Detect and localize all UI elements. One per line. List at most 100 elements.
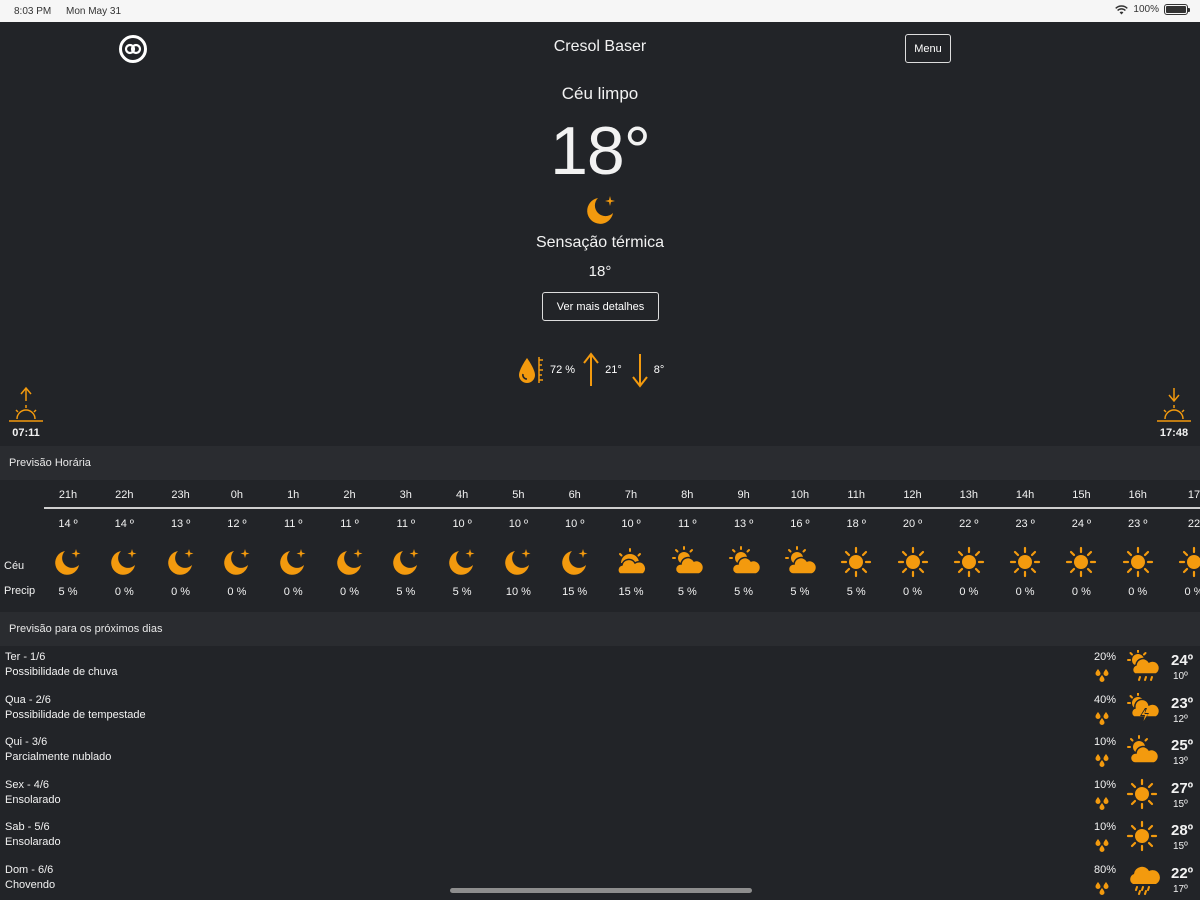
daily-description: Possibilidade de chuva xyxy=(5,666,118,678)
sky-row-label: Céu xyxy=(4,560,25,572)
hourly-hour: 16h xyxy=(1128,489,1147,501)
hourly-hour: 7h xyxy=(624,489,638,501)
sun-cloud-rain-icon xyxy=(1126,649,1162,687)
daily-day: Dom - 6/6 xyxy=(5,864,54,876)
current-stats: 72 % 21° 8° xyxy=(516,350,664,390)
hourly-precip: 10 % xyxy=(505,586,531,598)
rain-icon xyxy=(1126,863,1162,900)
hourly-precip: 15 % xyxy=(618,586,644,598)
moon-icon xyxy=(108,546,140,583)
hourly-temp: 11 º xyxy=(396,518,416,530)
daily-row[interactable]: Qui - 3/6 Parcialmente nublado 10% 25º 13º xyxy=(0,731,1200,773)
hourly-hour: 8h xyxy=(681,489,694,501)
sun-icon xyxy=(1122,546,1154,583)
hourly-precip: 0 % xyxy=(1128,586,1148,598)
hourly-precip: 5 % xyxy=(58,586,78,598)
hourly-temp: 12 º xyxy=(227,518,247,530)
hourly-temp: 20 º xyxy=(902,518,923,530)
sun-icon xyxy=(1178,546,1200,583)
hourly-hour: 23h xyxy=(171,489,190,501)
hourly-hour: 21h xyxy=(58,489,78,501)
hourly-precip: 0 % xyxy=(959,586,979,598)
sun-icon xyxy=(1065,546,1097,583)
raindrops-icon xyxy=(1094,838,1110,857)
moon-icon xyxy=(221,546,253,583)
daily-precip-percent: 80% xyxy=(1093,864,1117,876)
menu-button[interactable]: Menu xyxy=(905,34,951,63)
sunset-icon xyxy=(1157,388,1191,422)
hourly-precip: 5 % xyxy=(734,586,754,598)
daily-precip-percent: 40% xyxy=(1093,693,1117,706)
hourly-hour: 6h xyxy=(568,489,581,501)
daily-row[interactable]: Ter - 1/6 Possibilidade de chuva 20% 24º 10º xyxy=(0,646,1200,688)
home-indicator[interactable] xyxy=(450,888,752,893)
hourly-precip: 0 % xyxy=(903,586,922,598)
app-title: Cresol Baser xyxy=(553,38,647,55)
hourly-temp: 10 º xyxy=(452,518,472,530)
max-temp-value: 21° xyxy=(605,364,622,376)
moon-icon xyxy=(52,546,84,583)
daily-description: Parcialmente nublado xyxy=(5,751,112,764)
hourly-forecast[interactable]: Céu Precip 21h 14 º 5 % 22h 14 º 0 % 23h 13 º 0 … xyxy=(0,479,1200,612)
partly-cloudy-icon xyxy=(784,546,818,583)
hourly-hour: 11h xyxy=(847,489,865,501)
partly-cloudy-icon xyxy=(671,546,705,583)
moon-icon xyxy=(559,546,591,583)
daily-row[interactable]: Sex - 4/6 Ensolarado 10% 27º 15º xyxy=(0,774,1200,816)
moon-icon xyxy=(165,546,197,583)
daily-max-temp: 23º xyxy=(1171,694,1194,712)
min-temp-value: 8° xyxy=(653,364,665,376)
hourly-precip: 15 % xyxy=(562,586,588,598)
hourly-precip: 5 % xyxy=(677,586,697,598)
sun-icon xyxy=(1126,820,1158,857)
hourly-precip: 0 % xyxy=(1184,586,1200,598)
daily-row[interactable]: Dom - 6/6 Chovendo 80% 22º 17º xyxy=(0,859,1200,900)
daily-forecast-header: Previsão para os próximos dias xyxy=(0,612,1200,646)
battery-icon xyxy=(1164,4,1190,15)
moon-icon xyxy=(446,546,478,583)
hourly-precip: 5 % xyxy=(846,586,866,598)
moon-icon xyxy=(502,546,534,583)
daily-min-temp: 10º xyxy=(1173,671,1188,682)
status-date: Mon May 31 xyxy=(66,6,122,17)
daily-day: Sab - 5/6 xyxy=(5,821,50,834)
hourly-temp: 22 º xyxy=(959,518,979,530)
daily-day: Qui - 3/6 xyxy=(5,736,48,749)
sunset-time: 17:48 xyxy=(1159,427,1189,439)
daily-max-temp: 25º xyxy=(1171,737,1194,755)
hourly-temp: 13 º xyxy=(170,518,191,530)
hourly-hour: 14h xyxy=(1015,489,1035,501)
more-details-button[interactable]: Ver mais detalhes xyxy=(542,292,659,321)
hourly-precip: 5 % xyxy=(790,586,810,598)
hourly-temp: 10 º xyxy=(508,518,529,530)
daily-max-temp: 28º xyxy=(1171,822,1194,840)
feels-like-value: 18° xyxy=(588,263,612,280)
partly-cloudy-icon xyxy=(1126,735,1160,772)
hourly-hour: 5h xyxy=(512,489,525,501)
raindrops-icon xyxy=(1094,753,1110,772)
hourly-temp: 11 º xyxy=(283,518,303,530)
moon-icon xyxy=(390,546,422,583)
hourly-temp: 23 º xyxy=(1015,518,1035,530)
daily-precip-percent: 10% xyxy=(1093,821,1117,834)
hourly-hour: 22h xyxy=(115,489,134,501)
daily-row[interactable]: Sab - 5/6 Ensolarado 10% 28º 15º xyxy=(0,816,1200,858)
daily-row[interactable]: Qua - 2/6 Possibilidade de tempestade 40% 2… xyxy=(0,689,1200,731)
hourly-temp: 23 º xyxy=(1128,518,1148,530)
sun-icon xyxy=(1009,546,1041,583)
daily-min-temp: 17º xyxy=(1173,884,1188,895)
hourly-hour: 12h xyxy=(903,489,922,501)
moon-icon xyxy=(277,546,309,583)
wifi-icon xyxy=(1115,4,1129,14)
raindrops-icon xyxy=(1094,796,1110,815)
raindrops-icon xyxy=(1094,711,1110,730)
daily-max-temp: 27º xyxy=(1171,779,1194,797)
hourly-hour: 1h xyxy=(287,489,300,501)
hourly-temp: 16 º xyxy=(790,518,810,530)
hourly-precip: 0 % xyxy=(171,586,191,598)
hourly-precip: 0 % xyxy=(227,586,247,598)
moon-icon xyxy=(584,193,618,232)
hourly-temp: 22 xyxy=(1187,518,1200,530)
hourly-temp: 14 º xyxy=(114,518,134,530)
daily-description: Possibilidade de tempestade xyxy=(5,708,146,721)
